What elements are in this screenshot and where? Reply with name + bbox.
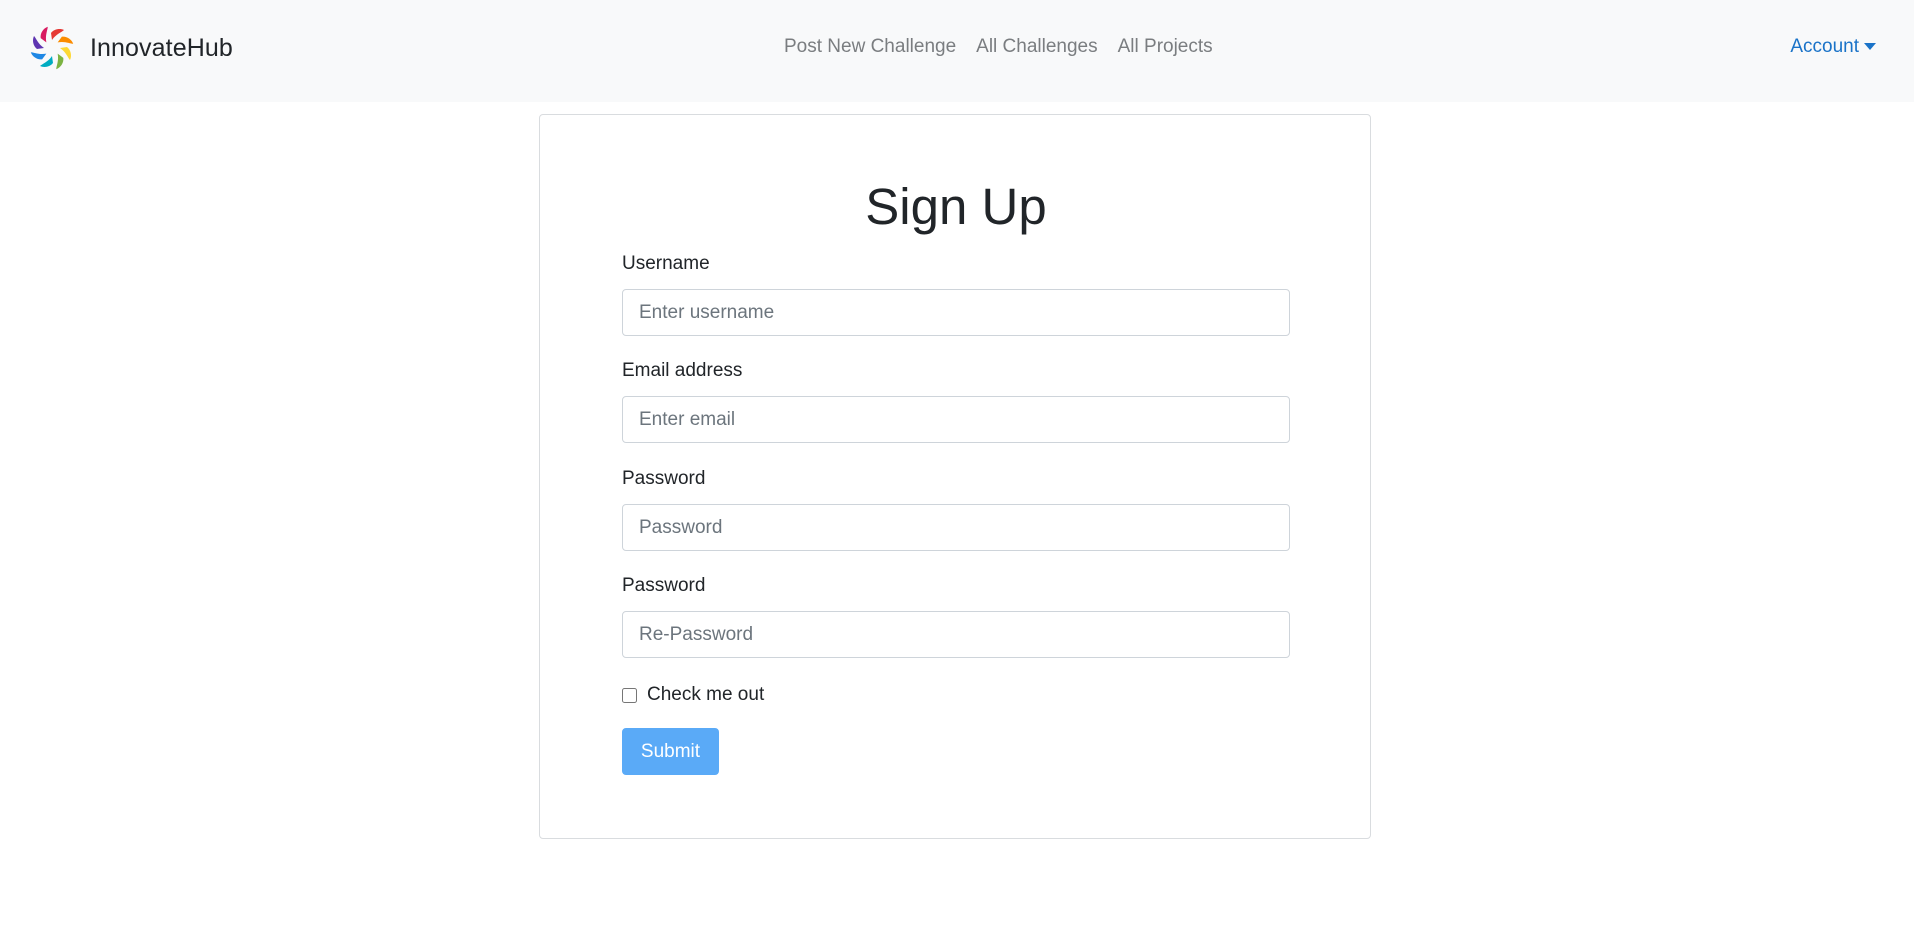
signup-card: Sign Up Username Email address Password … — [539, 114, 1371, 839]
nav-link-all-projects[interactable]: All Projects — [1108, 33, 1223, 61]
repassword-label: Password — [622, 575, 706, 596]
account-label: Account — [1790, 36, 1859, 57]
caret-down-icon — [1864, 42, 1876, 50]
check-me-out-label[interactable]: Check me out — [647, 682, 764, 708]
username-label: Username — [622, 253, 710, 274]
nav-links: Post New Challenge All Challenges All Pr… — [774, 33, 1223, 61]
nav-link-post-new-challenge[interactable]: Post New Challenge — [774, 33, 966, 61]
username-input[interactable] — [622, 289, 1290, 336]
password-label: Password — [622, 468, 706, 489]
email-label: Email address — [622, 360, 743, 381]
check-me-out-checkbox[interactable] — [622, 687, 637, 703]
nav-link-all-challenges[interactable]: All Challenges — [966, 33, 1107, 61]
brand-name: InnovateHub — [90, 33, 233, 62]
page-title: Sign Up — [865, 178, 1047, 235]
account-dropdown[interactable]: Account — [1790, 33, 1876, 61]
password-input[interactable] — [622, 504, 1290, 551]
pinwheel-logo-icon — [30, 26, 74, 70]
brand-link[interactable]: InnovateHub — [30, 25, 233, 71]
submit-button[interactable]: Submit — [622, 728, 719, 775]
navbar: InnovateHub Post New Challenge All Chall… — [0, 0, 1914, 102]
check-me-out-row: Check me out — [622, 682, 764, 708]
email-input[interactable] — [622, 396, 1290, 443]
repassword-input[interactable] — [622, 611, 1290, 658]
